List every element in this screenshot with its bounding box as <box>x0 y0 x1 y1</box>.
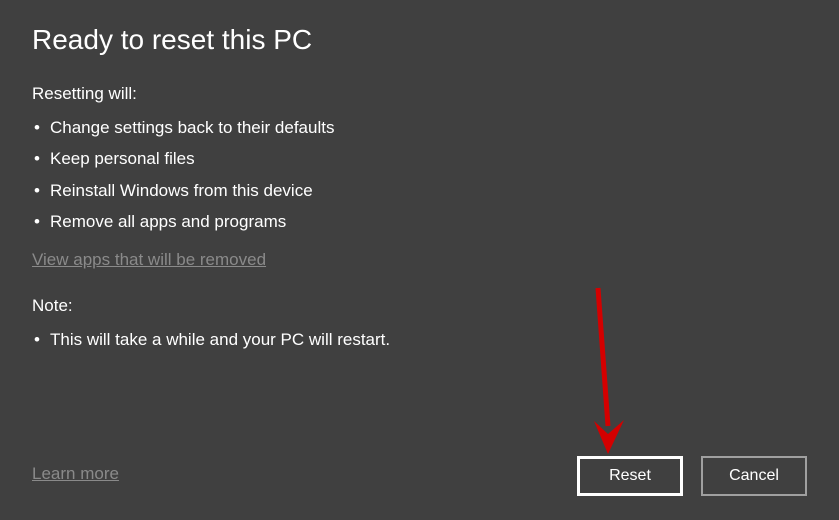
learn-more-link[interactable]: Learn more <box>32 464 119 484</box>
cancel-button[interactable]: Cancel <box>701 456 807 496</box>
resetting-list: Change settings back to their defaults K… <box>32 112 807 238</box>
note-label: Note: <box>32 296 807 316</box>
resetting-label: Resetting will: <box>32 84 807 104</box>
note-section: Note: This will take a while and your PC… <box>32 296 807 355</box>
note-list: This will take a while and your PC will … <box>32 324 807 355</box>
view-apps-link[interactable]: View apps that will be removed <box>32 250 266 270</box>
dialog-container: Ready to reset this PC Resetting will: C… <box>0 0 839 520</box>
list-item: Keep personal files <box>32 143 807 174</box>
list-item: This will take a while and your PC will … <box>32 324 807 355</box>
button-row: Reset Cancel <box>577 456 807 496</box>
page-title: Ready to reset this PC <box>32 24 807 56</box>
reset-button[interactable]: Reset <box>577 456 683 496</box>
list-item: Change settings back to their defaults <box>32 112 807 143</box>
list-item: Remove all apps and programs <box>32 206 807 237</box>
list-item: Reinstall Windows from this device <box>32 175 807 206</box>
